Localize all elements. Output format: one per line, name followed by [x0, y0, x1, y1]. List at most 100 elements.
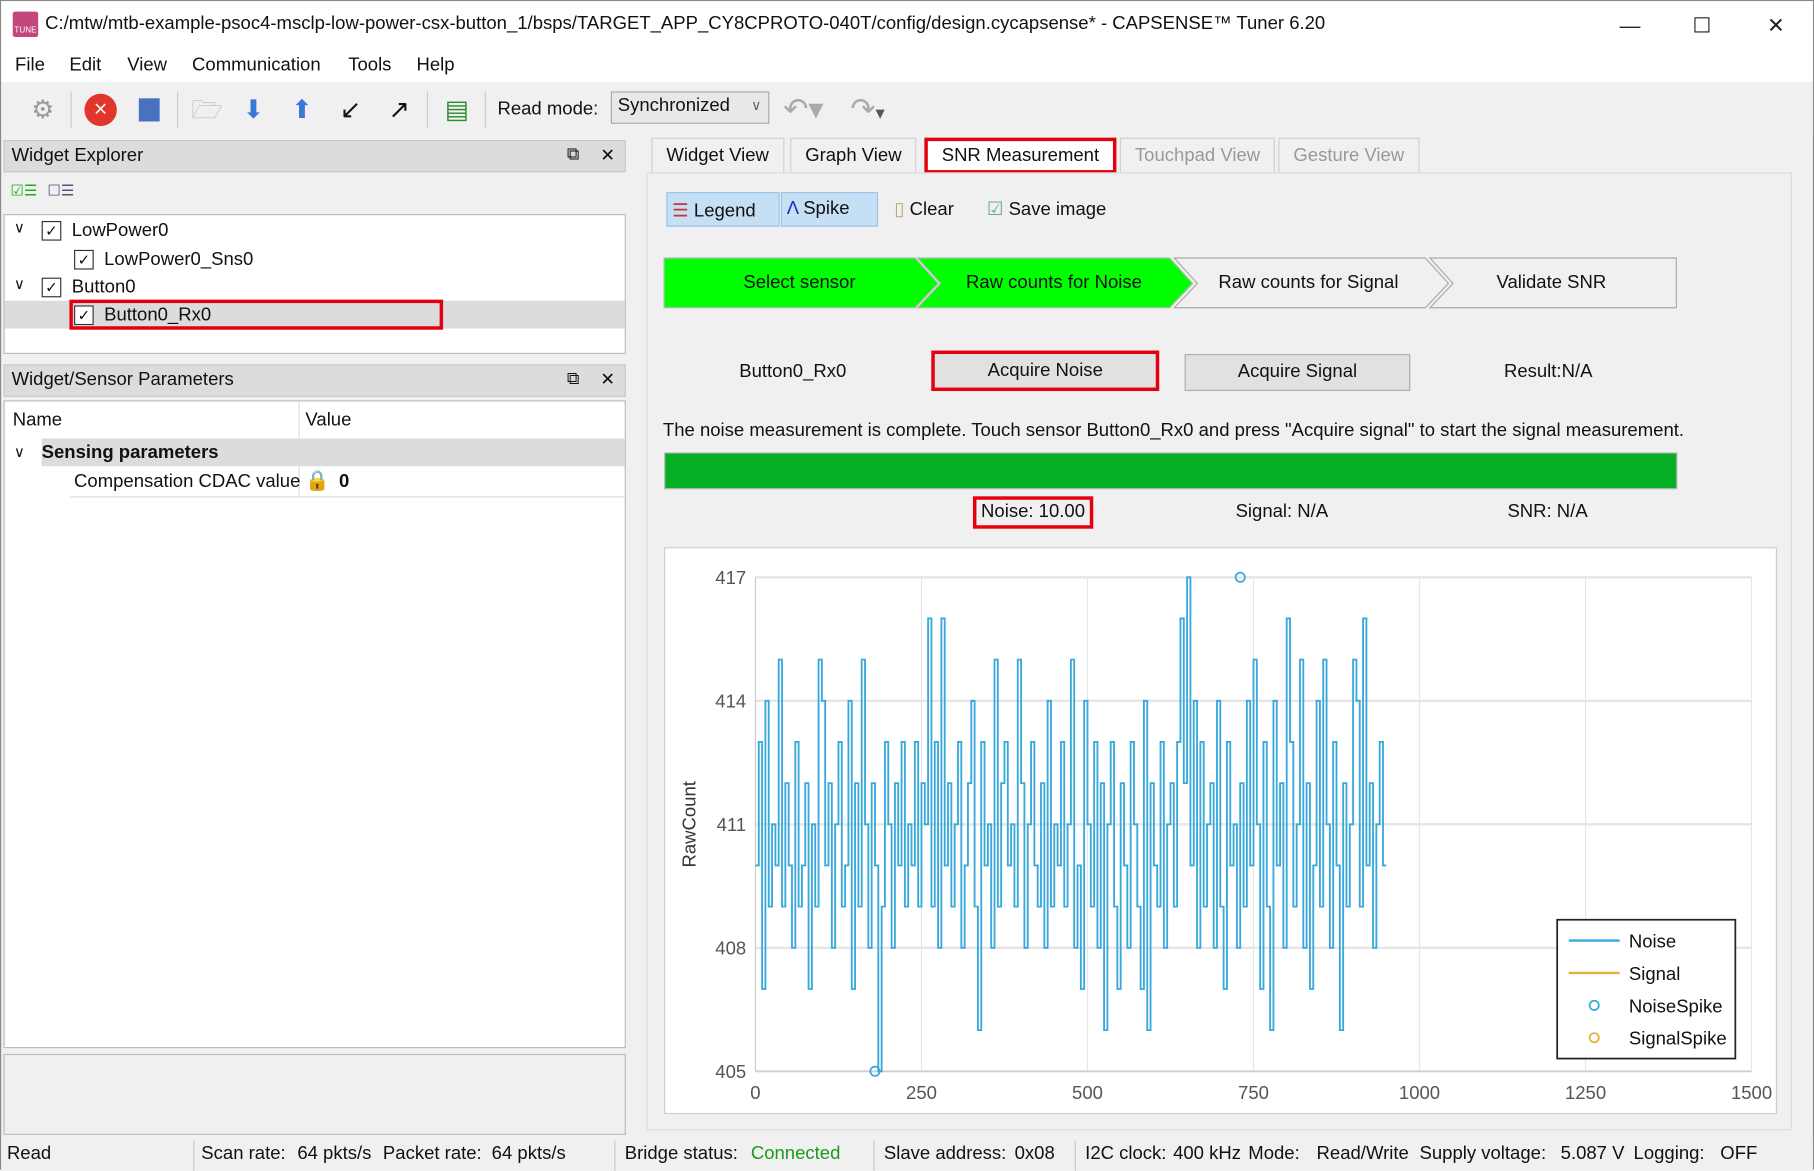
tab-gesture-view[interactable]: Gesture View	[1278, 137, 1420, 174]
import-icon[interactable]: ↙	[332, 91, 369, 128]
read-from-device-icon[interactable]: ⬇	[235, 91, 272, 128]
tree-item-lowpower0[interactable]: LowPower0	[72, 221, 169, 242]
settings-gear-icon[interactable]: ⚙	[24, 91, 61, 128]
tab-widget-view[interactable]: Widget View	[651, 137, 784, 174]
undo-icon[interactable]: ↶▾	[783, 91, 823, 127]
widget-tree: ∨ ✓ LowPower0 ✓ LowPower0_Sns0 ∨ ✓ Butto…	[3, 214, 626, 355]
y-tick-label: 405	[715, 1061, 746, 1082]
close-icon[interactable]: ✕	[1753, 8, 1799, 43]
undock-icon[interactable]: ⧉	[567, 145, 579, 165]
x-tick-label: 0	[750, 1082, 760, 1103]
open-folder-icon[interactable]: 🗁	[189, 91, 226, 128]
x-tick-label: 1250	[1565, 1082, 1606, 1103]
mode-label: Mode:	[1248, 1144, 1300, 1164]
read-mode-label: Read mode:	[497, 99, 599, 120]
menu-help[interactable]: Help	[416, 56, 454, 77]
uncheck-all-icon[interactable]: ☐☰	[47, 182, 74, 201]
widget-explorer-header: Widget Explorer ⧉ ✕	[3, 139, 626, 173]
write-to-device-icon[interactable]: ⬆	[283, 91, 320, 128]
tab-graph-view[interactable]: Graph View	[790, 137, 917, 174]
window-title: C:/mtw/mtb-example-psoc4-msclp-low-power…	[45, 13, 1326, 34]
mode-value: Read/Write	[1316, 1144, 1409, 1164]
collapse-chevron-icon[interactable]: ∨	[14, 443, 25, 462]
step-label: Select sensor	[743, 273, 856, 293]
clear-button[interactable]: ▯ Clear	[894, 198, 954, 221]
x-tick-label: 750	[1238, 1082, 1269, 1103]
acquire-signal-button[interactable]: Acquire Signal	[1184, 354, 1411, 392]
checkbox-lowpower0[interactable]: ✓	[41, 220, 62, 241]
undock-icon[interactable]: ⧉	[567, 369, 579, 389]
read-mode-value: Synchronized	[617, 96, 730, 116]
checkbox-button0[interactable]: ✓	[41, 277, 62, 298]
close-panel-icon[interactable]: ✕	[600, 145, 615, 166]
progress-bar	[664, 452, 1678, 490]
supply-voltage-label: Supply voltage:	[1419, 1144, 1547, 1164]
x-tick-label: 1500	[1731, 1082, 1772, 1103]
slave-address: 0x08	[1014, 1144, 1055, 1164]
progress-fill	[665, 453, 1677, 489]
menu-communication[interactable]: Communication	[192, 56, 321, 77]
read-mode-select[interactable]: Synchronized ∨	[610, 91, 770, 124]
params-table: Name Value ∨ Sensing parameters Compensa…	[3, 400, 626, 1049]
x-tick-label: 500	[1072, 1082, 1103, 1103]
minimize-icon[interactable]: —	[1607, 8, 1653, 43]
status-bar: Read Scan rate: 64 pkts/s Packet rate: 6…	[1, 1140, 1813, 1171]
status-mode: Read	[6, 1144, 52, 1164]
x-tick-label: 1000	[1399, 1082, 1440, 1103]
y-tick-label: 414	[715, 691, 746, 712]
export-icon[interactable]: ↗	[381, 91, 418, 128]
bridge-status: Connected	[750, 1144, 841, 1164]
tree-item-button0[interactable]: Button0	[72, 278, 136, 299]
stop-icon[interactable]	[131, 91, 168, 128]
raw-count-chart: 0 250 500 750 1000 1250 1500 405 408 411 414 417 Raw…	[664, 547, 1777, 1115]
selected-sensor: Button0_Rx0	[739, 362, 847, 382]
widget-explorer-title: Widget Explorer	[11, 145, 144, 166]
i2c-clock-label: I2C clock:	[1085, 1144, 1167, 1164]
tab-snr-measurement[interactable]: SNR Measurement	[924, 137, 1117, 174]
disconnect-icon[interactable]: ⨯	[84, 93, 117, 127]
chevron-down-icon: ∨	[751, 97, 762, 114]
log-icon[interactable]: ▤	[438, 91, 475, 128]
check-all-icon[interactable]: ☑☰	[10, 182, 37, 201]
signal-value: Signal: N/A	[1235, 502, 1329, 522]
close-panel-icon[interactable]: ✕	[600, 369, 615, 390]
menu-edit[interactable]: Edit	[69, 56, 101, 77]
expand-chevron-icon[interactable]: ∨	[14, 219, 25, 238]
scan-rate: 64 pkts/s	[297, 1144, 372, 1164]
maximize-icon[interactable]: ☐	[1679, 8, 1725, 43]
legend-entry: SignalSpike	[1629, 1028, 1727, 1049]
redo-icon[interactable]: ↷▾	[850, 91, 885, 127]
snr-value: SNR: N/A	[1507, 502, 1588, 522]
step-label: Raw counts for Noise	[965, 273, 1142, 293]
y-tick-label: 408	[715, 938, 746, 959]
y-axis-label: RawCount	[678, 781, 699, 867]
legend-toggle-button[interactable]: ☰ Legend	[666, 192, 780, 227]
tree-item-button0-rx0[interactable]: Button0_Rx0	[104, 305, 211, 326]
tab-touchpad-view[interactable]: Touchpad View	[1119, 137, 1276, 174]
scan-rate-label: Scan rate:	[201, 1144, 286, 1164]
spike-toggle-button[interactable]: Λ Spike	[780, 192, 879, 227]
legend-icon: ☰	[672, 201, 689, 221]
col-value: Value	[305, 410, 352, 431]
legend-entry: Signal	[1629, 963, 1680, 984]
menu-tools[interactable]: Tools	[348, 56, 391, 77]
params-title: Widget/Sensor Parameters	[11, 370, 234, 390]
title-bar: TUNE C:/mtw/mtb-example-psoc4-msclp-low-…	[1, 1, 1813, 50]
checkbox-button0-rx0[interactable]: ✓	[74, 305, 94, 326]
group-sensing-parameters: Sensing parameters	[41, 443, 219, 463]
save-image-button[interactable]: ☑ Save image	[987, 198, 1107, 221]
image-icon: ☑	[986, 200, 1004, 220]
lock-icon: 🔒	[305, 469, 330, 492]
noise-value: Noise: 10.00	[972, 496, 1094, 529]
checkbox-lowpower0-sns0[interactable]: ✓	[74, 249, 94, 270]
menu-view[interactable]: View	[127, 56, 167, 77]
legend-entry: Noise	[1629, 931, 1676, 952]
legend-entry: NoiseSpike	[1629, 995, 1723, 1016]
expand-chevron-icon[interactable]: ∨	[14, 275, 25, 294]
tree-item-lowpower0-sns0[interactable]: LowPower0_Sns0	[104, 250, 253, 271]
param-value[interactable]: 0	[339, 472, 349, 493]
acquire-noise-button[interactable]: Acquire Noise	[931, 350, 1160, 392]
y-tick-label: 411	[717, 814, 747, 835]
menu-file[interactable]: File	[15, 56, 45, 77]
packet-rate-label: Packet rate:	[382, 1144, 482, 1164]
